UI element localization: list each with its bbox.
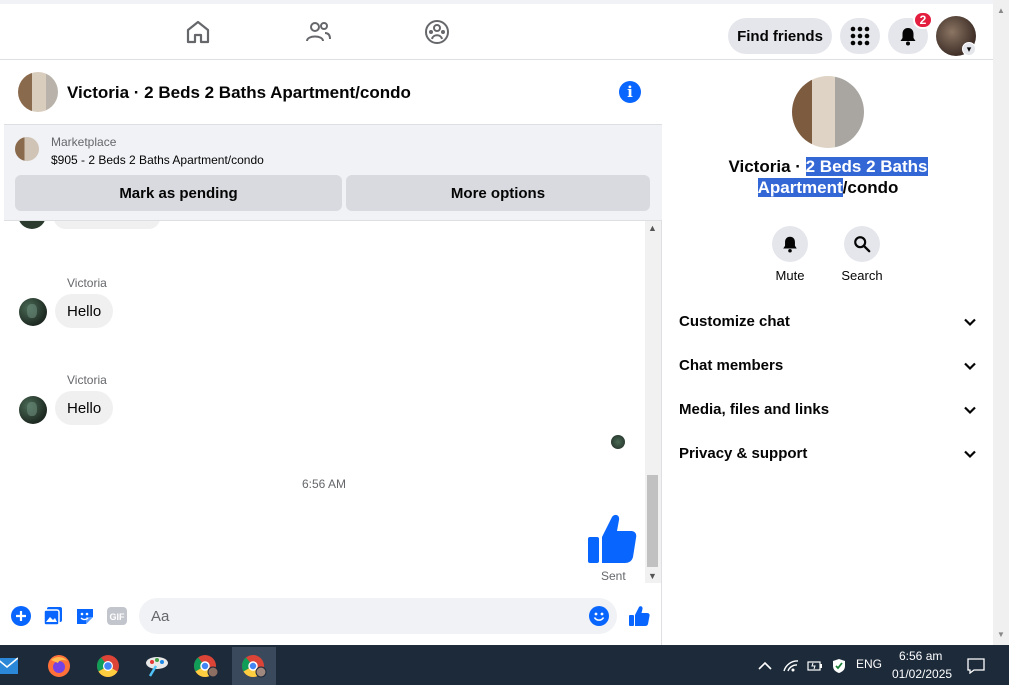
title-part: Victoria · [728, 157, 806, 176]
avatar [18, 221, 46, 229]
marketplace-listing-card: Marketplace $905 - 2 Beds 2 Baths Apartm… [4, 125, 662, 221]
mute-label: Mute [775, 268, 805, 283]
info-icon[interactable]: i [619, 81, 641, 103]
message-bubble[interactable]: Hello [55, 391, 114, 425]
scrollbar-thumb[interactable] [647, 475, 658, 567]
marketplace-label: Marketplace [51, 135, 117, 149]
title-part: /condo [842, 178, 899, 197]
chat-header: Victoria · 2 Beds 2 Baths Apartment/cond… [4, 61, 662, 125]
like-button-icon[interactable] [628, 605, 650, 627]
section-media-files-links[interactable]: Media, files and links [679, 401, 979, 423]
bell-icon [772, 226, 808, 262]
listing-thumbnail[interactable] [18, 72, 58, 112]
mail-icon[interactable] [0, 647, 24, 685]
chevron-down-icon [964, 450, 976, 459]
scroll-up-arrow[interactable]: ▲ [648, 223, 657, 233]
message-input[interactable] [139, 598, 617, 634]
message-sender: Victoria [67, 276, 107, 290]
section-label: Customize chat [679, 313, 790, 330]
section-label: Media, files and links [679, 401, 830, 418]
friends-icon[interactable] [304, 18, 332, 46]
section-chat-members[interactable]: Chat members [679, 357, 979, 379]
listing-small-thumbnail[interactable] [15, 137, 39, 161]
message-composer: GIF [4, 591, 662, 645]
clock-date[interactable]: 01/02/2025 [892, 667, 952, 681]
menu-grid-button[interactable] [840, 18, 880, 54]
like-thumbs-up-icon[interactable] [586, 511, 638, 565]
section-label: Chat members [679, 357, 784, 374]
chevron-down-icon [964, 406, 976, 415]
avatar[interactable] [19, 396, 47, 424]
security-shield-icon[interactable] [826, 647, 852, 685]
photo-icon[interactable] [42, 605, 64, 627]
home-icon[interactable] [184, 18, 212, 46]
language-indicator[interactable]: ENG [856, 657, 882, 671]
seen-indicator-avatar [611, 435, 625, 449]
chevron-up-icon[interactable] [752, 647, 778, 685]
listing-profile-image[interactable] [792, 76, 864, 148]
search-icon [844, 226, 880, 262]
message-timestamp: 6:56 AM [301, 477, 347, 491]
page-scrollbar[interactable]: ▲ ▼ [993, 0, 1009, 645]
gif-label: GIF [110, 612, 126, 622]
chrome-profile-icon[interactable] [184, 647, 228, 685]
messenger-window: Find friends 2 ▾ ▲ ▼ Victoria · 2 Beds 2… [0, 0, 1009, 685]
search-label: Search [841, 268, 883, 283]
section-label: Privacy & support [679, 445, 808, 462]
chrome-icon[interactable] [86, 647, 130, 685]
message-list: Victoria Hello Victoria Hello 6:56 AM Se… [4, 221, 662, 591]
wifi-icon[interactable] [778, 647, 804, 685]
top-navigation: Find friends 2 ▾ [0, 0, 993, 60]
chevron-down-icon [964, 318, 976, 327]
section-customize-chat[interactable]: Customize chat [679, 313, 979, 335]
more-options-button[interactable]: More options [346, 175, 650, 211]
grid-icon [850, 26, 870, 46]
bell-icon [900, 28, 916, 46]
chat-scrollbar[interactable]: ▲ ▼ [645, 221, 661, 583]
message-bubble[interactable] [54, 221, 160, 229]
section-privacy-support[interactable]: Privacy & support [679, 445, 979, 467]
find-friends-button[interactable]: Find friends [728, 18, 832, 54]
chrome-active-icon[interactable] [232, 647, 276, 685]
clock-time[interactable]: 6:56 am [899, 649, 942, 663]
chevron-down-icon[interactable]: ▾ [962, 42, 976, 56]
conversation-title: Victoria · 2 Beds 2 Baths Apartment/cond… [683, 156, 973, 198]
paint-app-icon[interactable] [135, 647, 179, 685]
listing-price-title[interactable]: $905 - 2 Beds 2 Baths Apartment/condo [51, 153, 264, 167]
battery-icon[interactable] [802, 647, 828, 685]
search-button[interactable]: Search [832, 226, 892, 283]
chevron-down-icon [964, 362, 976, 371]
sent-status: Sent [601, 569, 626, 583]
conversation-info-panel: Victoria · 2 Beds 2 Baths Apartment/cond… [663, 61, 993, 645]
groups-icon[interactable] [423, 18, 451, 46]
sticker-icon[interactable] [74, 605, 96, 627]
windows-taskbar: ENG 6:56 am 01/02/2025 [0, 645, 1009, 685]
plus-circle-icon[interactable] [10, 605, 32, 627]
message-sender: Victoria [67, 373, 107, 387]
message-bubble[interactable]: Hello [55, 294, 114, 328]
notification-badge: 2 [913, 11, 933, 29]
mark-as-pending-button[interactable]: Mark as pending [15, 175, 342, 211]
mute-button[interactable]: Mute [760, 226, 820, 283]
scroll-down-arrow[interactable]: ▼ [648, 571, 657, 581]
chat-title[interactable]: Victoria · 2 Beds 2 Baths Apartment/cond… [67, 83, 411, 103]
gif-icon[interactable]: GIF [106, 605, 128, 627]
chat-panel: Victoria · 2 Beds 2 Baths Apartment/cond… [4, 61, 662, 645]
firefox-icon[interactable] [37, 647, 81, 685]
avatar[interactable] [19, 298, 47, 326]
notification-center-icon[interactable] [962, 647, 990, 685]
emoji-icon[interactable] [589, 606, 609, 626]
